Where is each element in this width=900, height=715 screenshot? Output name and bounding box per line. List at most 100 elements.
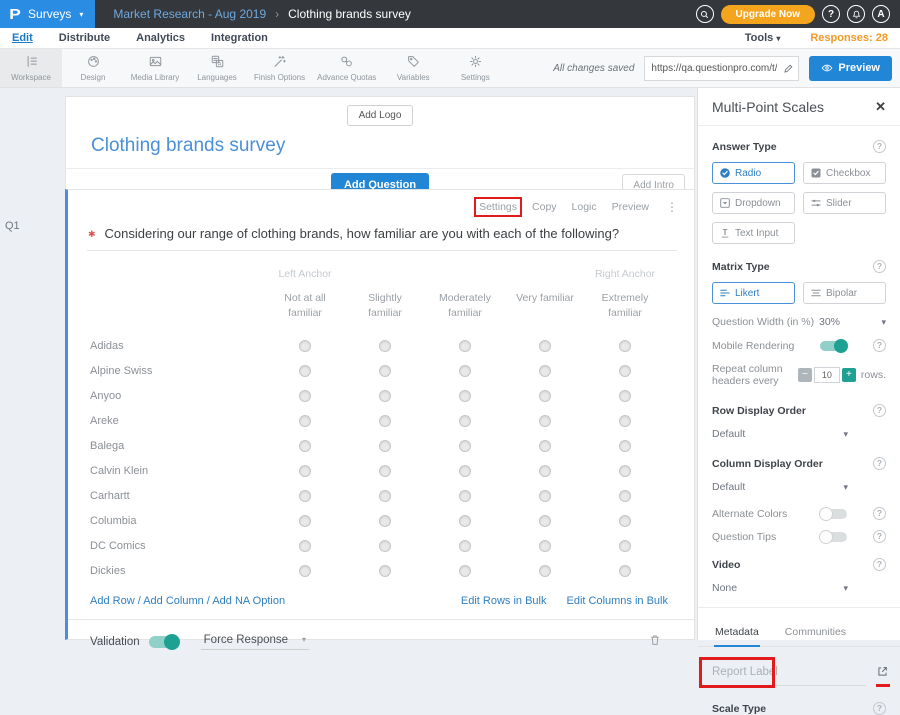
row-label[interactable]: Columbia — [90, 515, 265, 527]
column-header-not-at-all-familiar[interactable]: Not at all familiar — [265, 291, 345, 321]
matrix-radio[interactable] — [299, 440, 311, 452]
matrix-radio[interactable] — [379, 440, 391, 452]
video-dropdown[interactable]: None ▾ — [712, 582, 886, 594]
matrix-radio[interactable] — [299, 365, 311, 377]
expand-report-label-button[interactable] — [876, 665, 889, 686]
notifications-button[interactable] — [847, 5, 865, 23]
question-action-copy[interactable]: Copy — [532, 201, 557, 213]
matrix-radio[interactable] — [539, 540, 551, 552]
nav-tab-edit[interactable]: Edit — [12, 32, 33, 44]
add-logo-button[interactable]: Add Logo — [347, 105, 414, 126]
row-label[interactable]: DC Comics — [90, 540, 265, 552]
matrix-radio[interactable] — [379, 340, 391, 352]
row-display-order-dropdown[interactable]: Default ▾ — [712, 428, 886, 440]
delete-question-button[interactable] — [648, 633, 662, 650]
matrix-radio[interactable] — [539, 490, 551, 502]
panel-tab-communities[interactable]: Communities — [784, 623, 847, 646]
toolbar-item-workspace[interactable]: Workspace — [0, 49, 62, 87]
matrix-radio[interactable] — [619, 415, 631, 427]
nav-tab-analytics[interactable]: Analytics — [136, 32, 185, 44]
matrix-radio[interactable] — [539, 465, 551, 477]
toolbar-item-design[interactable]: Design — [62, 49, 124, 87]
matrix-radio[interactable] — [459, 515, 471, 527]
row-label[interactable]: Areke — [90, 415, 265, 427]
toolbar-item-languages[interactable]: ALanguages — [186, 49, 248, 87]
matrix-radio[interactable] — [299, 540, 311, 552]
matrix-radio[interactable] — [619, 365, 631, 377]
row-label[interactable]: Carhartt — [90, 490, 265, 502]
matrix-radio[interactable] — [379, 490, 391, 502]
help-icon[interactable]: ? — [873, 339, 886, 352]
matrix-radio[interactable] — [379, 465, 391, 477]
chevron-down-icon[interactable]: ▾ — [881, 317, 886, 328]
toolbar-item-advance-quotas[interactable]: Advance Quotas — [311, 49, 382, 87]
matrix-radio[interactable] — [539, 340, 551, 352]
kebab-menu-icon[interactable]: ⋮ — [664, 200, 680, 214]
validation-toggle[interactable] — [149, 636, 179, 648]
matrix-radio[interactable] — [379, 390, 391, 402]
force-response-dropdown[interactable]: Force Response▾ — [201, 634, 309, 650]
matrix-radio[interactable] — [459, 440, 471, 452]
matrix-radio[interactable] — [379, 540, 391, 552]
answer-type-option-radio[interactable]: Radio — [712, 162, 795, 184]
matrix-radio[interactable] — [299, 565, 311, 577]
matrix-radio[interactable] — [299, 415, 311, 427]
matrix-radio[interactable] — [299, 515, 311, 527]
matrix-radio[interactable] — [619, 440, 631, 452]
responses-count[interactable]: Responses: 28 — [810, 32, 888, 44]
matrix-radio[interactable] — [299, 390, 311, 402]
search-button[interactable] — [696, 5, 714, 23]
toolbar-item-finish-options[interactable]: Finish Options — [248, 49, 311, 87]
question-width-value[interactable]: 30% — [819, 316, 881, 328]
nav-tab-integration[interactable]: Integration — [211, 32, 268, 44]
matrix-radio[interactable] — [379, 365, 391, 377]
matrix-radio[interactable] — [459, 340, 471, 352]
upgrade-now-button[interactable]: Upgrade Now — [721, 5, 815, 24]
column-display-order-dropdown[interactable]: Default ▾ — [712, 481, 886, 493]
surveys-menu[interactable]: P Surveys ▾ — [0, 0, 95, 28]
matrix-radio[interactable] — [619, 515, 631, 527]
matrix-radio[interactable] — [459, 390, 471, 402]
row-label[interactable]: Balega — [90, 440, 265, 452]
matrix-type-option-bipolar[interactable]: Bipolar — [803, 282, 886, 304]
tools-menu[interactable]: Tools ▾ — [745, 32, 781, 44]
preview-button[interactable]: Preview — [809, 56, 892, 81]
matrix-radio[interactable] — [539, 565, 551, 577]
matrix-radio[interactable] — [459, 415, 471, 427]
increment-button[interactable]: + — [842, 368, 856, 382]
alternate-colors-toggle[interactable] — [820, 509, 847, 519]
row-label[interactable]: Calvin Klein — [90, 465, 265, 477]
matrix-type-option-likert[interactable]: Likert — [712, 282, 795, 304]
avatar[interactable]: A — [872, 5, 890, 23]
question-tips-toggle[interactable] — [820, 532, 847, 542]
matrix-radio[interactable] — [539, 415, 551, 427]
toolbar-item-variables[interactable]: Variables — [382, 49, 444, 87]
toolbar-item-settings[interactable]: Settings — [444, 49, 506, 87]
answer-type-option-dropdown[interactable]: Dropdown — [712, 192, 795, 214]
toolbar-item-media-library[interactable]: Media Library — [124, 49, 186, 87]
help-icon[interactable]: ? — [873, 558, 886, 571]
column-header-slightly-familiar[interactable]: Slightly familiar — [345, 291, 425, 321]
matrix-radio[interactable] — [459, 540, 471, 552]
matrix-radio[interactable] — [459, 465, 471, 477]
answer-type-option-text-input[interactable]: TText Input — [712, 222, 795, 244]
edit-url-button[interactable] — [783, 63, 794, 74]
help-icon[interactable]: ? — [873, 260, 886, 273]
column-header-moderately-familiar[interactable]: Moderately familiar — [425, 291, 505, 321]
column-header-extremely-familiar[interactable]: Extremely familiar — [585, 291, 665, 321]
question-action-logic[interactable]: Logic — [572, 201, 597, 213]
help-icon[interactable]: ? — [873, 702, 886, 715]
matrix-radio[interactable] — [299, 465, 311, 477]
answer-type-option-checkbox[interactable]: Checkbox — [803, 162, 886, 184]
edit-rows-in-bulk-link[interactable]: Edit Rows in Bulk — [461, 595, 547, 607]
help-button[interactable]: ? — [822, 5, 840, 23]
matrix-radio[interactable] — [619, 390, 631, 402]
help-icon[interactable]: ? — [873, 404, 886, 417]
matrix-radio[interactable] — [619, 565, 631, 577]
matrix-radio[interactable] — [459, 565, 471, 577]
matrix-radio[interactable] — [539, 440, 551, 452]
add-column-link[interactable]: Add Column — [143, 595, 204, 607]
matrix-radio[interactable] — [619, 490, 631, 502]
matrix-radio[interactable] — [299, 340, 311, 352]
add-row-link[interactable]: Add Row — [90, 595, 135, 607]
